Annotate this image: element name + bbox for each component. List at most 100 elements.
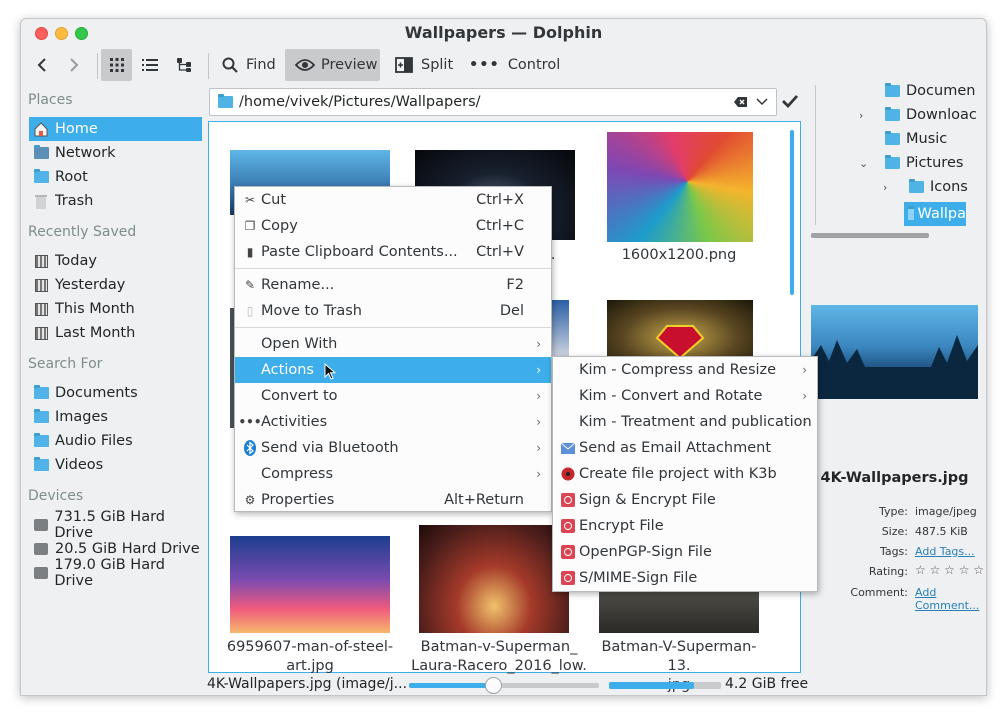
menu-label: Activities: [261, 414, 328, 430]
details-view-button[interactable]: [136, 49, 164, 81]
add-comment-link[interactable]: Add Comment...: [915, 586, 986, 612]
folder-icon: [33, 433, 49, 449]
menu-item-cut[interactable]: ✂ Cut Ctrl+X: [235, 187, 551, 213]
chevron-down-icon[interactable]: ⌄: [859, 157, 877, 170]
thumbnail-batman-v-superman-13[interactable]: [599, 592, 759, 633]
menu-item-activities[interactable]: ••• Activities ›: [235, 409, 551, 435]
places-panel: Places Home Network Root Trash Recently …: [21, 85, 204, 695]
horizontal-scrollbar[interactable]: [811, 233, 929, 238]
search-documents[interactable]: Documents: [29, 381, 202, 405]
more-dots-icon: •••: [469, 57, 500, 73]
tree-label: Icons: [930, 179, 968, 195]
menu-label: Paste Clipboard Contents...: [261, 244, 458, 260]
thumbnail-batman-v-superman[interactable]: [419, 525, 569, 633]
device-drive-3[interactable]: 179.0 GiB Hard Drive: [29, 557, 202, 589]
tree-item-documents[interactable]: Documen: [885, 83, 975, 99]
tree-item-wallpapers[interactable]: Wallpa: [904, 202, 966, 226]
chevron-right-icon[interactable]: ›: [883, 181, 901, 194]
toolbar-separator: [208, 53, 209, 79]
disk-usage-fill: [609, 682, 695, 689]
tree-item-icons[interactable]: › Icons: [883, 179, 968, 195]
recent-today[interactable]: Today: [29, 249, 202, 273]
file-name[interactable]: Batman-v-Superman_ Laura-Racero_2016_low…: [409, 638, 589, 676]
menu-item-paste[interactable]: ▮ Paste Clipboard Contents... Ctrl+V: [235, 239, 551, 265]
icons-view-button[interactable]: [101, 49, 132, 81]
menu-label: Create file project with K3b: [579, 466, 777, 482]
tree-label: Documen: [906, 83, 976, 99]
menu-item-copy[interactable]: ❐ Copy Ctrl+C: [235, 213, 551, 239]
file-name[interactable]: 6959607-man-of-steel- art.jpg: [219, 638, 401, 676]
menu-shortcut: Del: [499, 303, 524, 319]
tree-item-pictures[interactable]: ⌄ Pictures: [859, 155, 963, 171]
submenu-kim-compress-resize[interactable]: Kim - Compress and Resize ›: [553, 357, 817, 383]
menu-item-move-to-trash[interactable]: ▯ Move to Trash Del: [235, 298, 551, 324]
submenu-kim-convert-rotate[interactable]: Kim - Convert and Rotate ›: [553, 383, 817, 409]
chevron-right-icon: ›: [536, 337, 541, 351]
split-button[interactable]: Split: [391, 49, 457, 81]
recent-yesterday[interactable]: Yesterday: [29, 273, 202, 297]
encryption-icon: [559, 493, 577, 507]
find-button[interactable]: Find: [218, 49, 280, 81]
thumbnail-man-of-steel[interactable]: [230, 536, 390, 633]
menu-item-properties[interactable]: ⚙ Properties Alt+Return: [235, 487, 551, 513]
disk-usage-bar: [609, 682, 721, 689]
menu-item-convert-to[interactable]: Convert to ›: [235, 383, 551, 409]
place-home[interactable]: Home: [29, 117, 202, 141]
chevron-down-icon[interactable]: [756, 95, 768, 111]
vertical-scrollbar[interactable]: [790, 130, 794, 295]
search-videos[interactable]: Videos: [29, 453, 202, 477]
search-images[interactable]: Images: [29, 405, 202, 429]
device-drive-1[interactable]: 731.5 GiB Hard Drive: [29, 509, 202, 541]
menu-item-rename[interactable]: ✎ Rename... F2: [235, 272, 551, 298]
folder-icon: [33, 385, 49, 401]
recent-label: Yesterday: [55, 277, 126, 293]
tree-item-downloads[interactable]: › Downloac: [859, 107, 977, 123]
zoom-slider[interactable]: [409, 677, 599, 694]
thumbnail-superman[interactable]: [607, 300, 753, 362]
recent-label: Last Month: [55, 325, 136, 341]
thumbnail-1600x1200[interactable]: [607, 132, 753, 242]
gear-icon: ⚙: [244, 493, 256, 507]
menu-item-send-via-bluetooth[interactable]: Send via Bluetooth ›: [235, 435, 551, 461]
clear-location-icon[interactable]: [734, 96, 748, 112]
recent-last-month[interactable]: Last Month: [29, 321, 202, 345]
submenu-smime-sign[interactable]: S/MIME-Sign File: [553, 565, 817, 591]
submenu-openpgp-sign[interactable]: OpenPGP-Sign File: [553, 539, 817, 565]
place-root[interactable]: Root: [29, 165, 202, 189]
location-bar[interactable]: /home/vivek/Pictures/Wallpapers/: [209, 88, 777, 116]
tree-item-music[interactable]: Music: [885, 131, 947, 147]
add-tags-link[interactable]: Add Tags...: [915, 545, 975, 558]
menu-label: Encrypt File: [579, 518, 664, 534]
submenu-k3b-project[interactable]: Create file project with K3b: [553, 461, 817, 487]
folder-icon: [885, 107, 900, 121]
menu-item-open-with[interactable]: Open With ›: [235, 331, 551, 357]
tree-view-button[interactable]: [170, 49, 198, 81]
control-button[interactable]: ••• Control: [465, 49, 564, 81]
recent-this-month[interactable]: This Month: [29, 297, 202, 321]
back-button[interactable]: [29, 49, 55, 81]
location-path[interactable]: /home/vivek/Pictures/Wallpapers/: [239, 94, 481, 110]
chevron-right-icon[interactable]: ›: [859, 109, 877, 122]
menu-label: S/MIME-Sign File: [579, 570, 698, 586]
submenu-encrypt[interactable]: Encrypt File: [553, 513, 817, 539]
place-trash[interactable]: Trash: [29, 189, 202, 213]
file-name[interactable]: 1600x1200.png: [599, 246, 759, 265]
submenu-sign-encrypt[interactable]: Sign & Encrypt File: [553, 487, 817, 513]
menu-label: Move to Trash: [261, 303, 362, 319]
split-view-icon: [395, 57, 413, 73]
menu-item-compress[interactable]: Compress ›: [235, 461, 551, 487]
folder-icon: [909, 179, 924, 193]
preview-button[interactable]: Preview: [285, 49, 380, 81]
submenu-send-email[interactable]: Send as Email Attachment: [553, 435, 817, 461]
place-label: Root: [55, 169, 88, 185]
forward-button[interactable]: [61, 49, 87, 81]
submenu-kim-treatment-publication[interactable]: Kim - Treatment and publication ›: [553, 409, 817, 435]
search-audio-files[interactable]: Audio Files: [29, 429, 202, 453]
confirm-location-button[interactable]: [781, 92, 799, 114]
menu-item-actions[interactable]: Actions ›: [235, 357, 551, 383]
home-icon: [33, 121, 49, 137]
zoom-slider-handle[interactable]: [485, 677, 502, 694]
recently-saved-heading: Recently Saved: [28, 224, 137, 240]
rating-stars[interactable]: ☆ ☆ ☆ ☆ ☆: [915, 563, 984, 577]
place-network[interactable]: Network: [29, 141, 202, 165]
